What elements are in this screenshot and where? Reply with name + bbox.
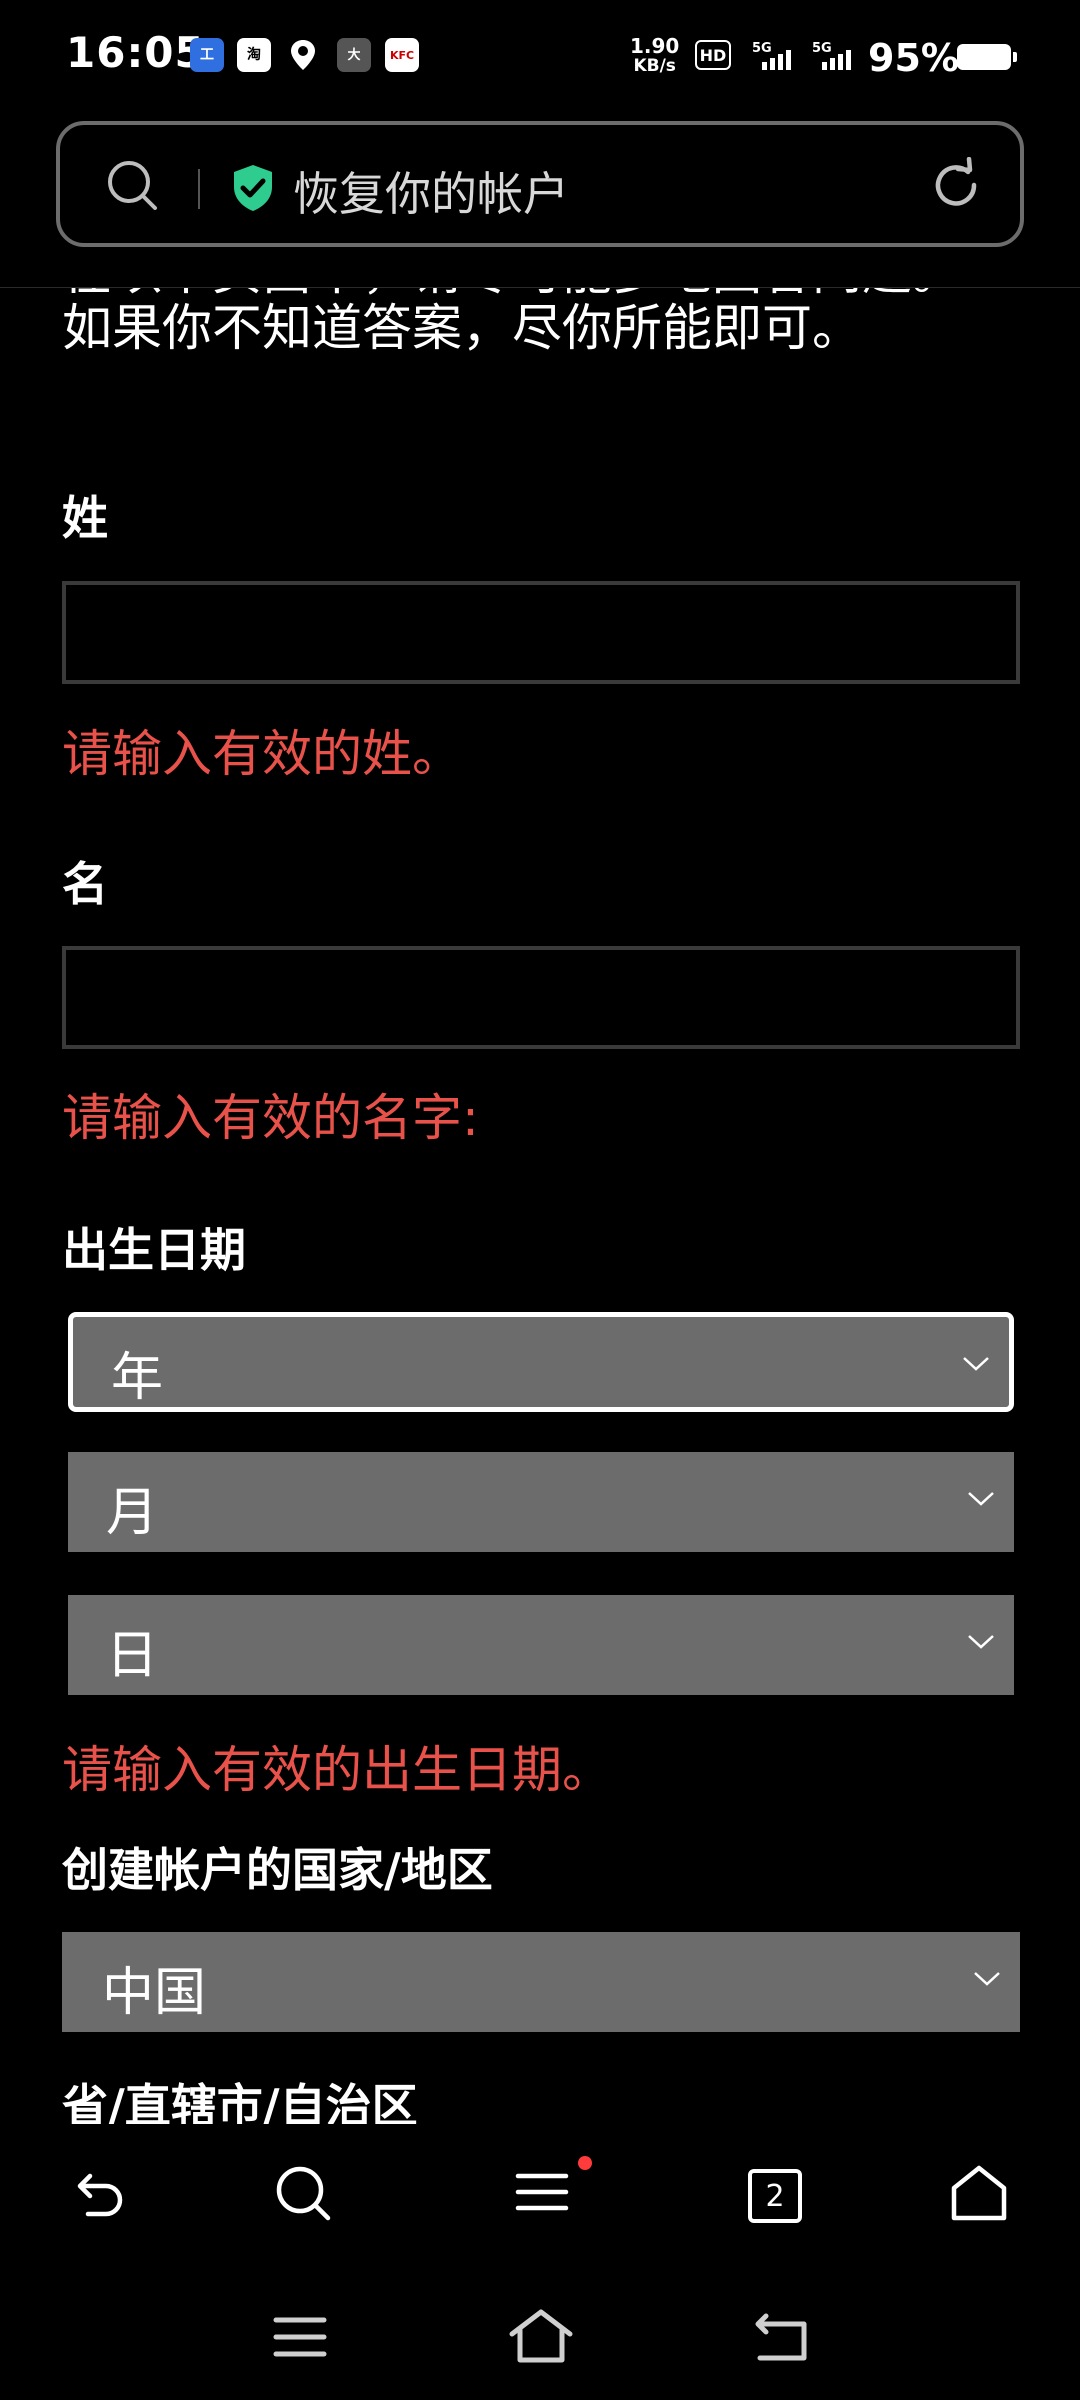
- chevron-down-icon: [968, 1635, 994, 1649]
- signal-5g-icon: 5G: [752, 41, 791, 70]
- battery-icon: [957, 44, 1017, 70]
- search-icon[interactable]: [105, 158, 159, 212]
- home-icon[interactable]: [948, 2162, 1010, 2224]
- svg-text:5G: 5G: [752, 41, 772, 56]
- svg-text:5G: 5G: [812, 41, 832, 56]
- hd-indicator: HD: [695, 40, 731, 70]
- address-separator: [198, 169, 200, 209]
- notification-dot: [578, 2156, 592, 2170]
- dob-error: 请输入有效的出生日期。: [62, 1741, 612, 1799]
- intro-text: 在以下页面中，请尽可能多地回答问题。如果你不知道答案，尽你所能即可。: [62, 288, 962, 357]
- home-icon[interactable]: [508, 2308, 574, 2364]
- app-icon: 大: [337, 38, 371, 72]
- reload-icon[interactable]: [928, 157, 984, 213]
- page-title[interactable]: 恢复你的帐户: [293, 158, 569, 224]
- country-select[interactable]: 中国: [62, 1932, 1020, 2032]
- address-bar[interactable]: 恢复你的帐户: [56, 121, 1024, 247]
- battery-percentage: 95%: [868, 36, 959, 80]
- dob-label: 出生日期: [62, 1223, 246, 1277]
- country-label: 创建帐户的国家/地区: [62, 1843, 493, 1897]
- first-name-input[interactable]: [62, 946, 1020, 1049]
- page-content: 在以下页面中，请尽可能多地回答问题。如果你不知道答案，尽你所能即可。 姓 请输入…: [0, 288, 1080, 2124]
- status-bar: 16:05 工 淘 大 KFC 1.90 KB/s HD 5G 5G 95%: [0, 0, 1080, 110]
- back-icon[interactable]: [752, 2310, 810, 2362]
- search-icon[interactable]: [272, 2162, 334, 2224]
- last-name-input[interactable]: [62, 581, 1020, 684]
- year-select[interactable]: 年: [68, 1312, 1014, 1412]
- tabs-button[interactable]: 2: [748, 2169, 802, 2223]
- network-speed: 1.90 KB/s: [630, 34, 680, 76]
- month-select[interactable]: 月: [68, 1452, 1014, 1552]
- kfc-icon: KFC: [385, 38, 419, 72]
- system-navigation-bar: [0, 2274, 1080, 2400]
- first-name-label: 名: [62, 857, 108, 911]
- day-select[interactable]: 日: [68, 1595, 1014, 1695]
- recent-apps-icon[interactable]: [272, 2314, 328, 2360]
- chevron-down-icon: [963, 1357, 989, 1371]
- clock: 16:05: [66, 28, 205, 77]
- secure-shield-icon: [234, 165, 272, 211]
- first-name-error: 请输入有效的名字:: [62, 1089, 479, 1147]
- taobao-icon: 淘: [237, 38, 271, 72]
- last-name-label: 姓: [62, 491, 108, 545]
- signal-5g-icon-2: 5G: [812, 41, 851, 70]
- notification-app-icon: 工: [190, 38, 224, 72]
- chevron-down-icon: [974, 1972, 1000, 1986]
- back-icon[interactable]: [72, 2162, 132, 2222]
- chevron-down-icon: [968, 1492, 994, 1506]
- browser-toolbar: 2: [0, 2124, 1080, 2274]
- menu-icon[interactable]: [512, 2162, 572, 2222]
- province-label: 省/直辖市/自治区: [62, 2079, 418, 2124]
- location-icon: [286, 38, 320, 72]
- last-name-error: 请输入有效的姓。: [62, 725, 462, 783]
